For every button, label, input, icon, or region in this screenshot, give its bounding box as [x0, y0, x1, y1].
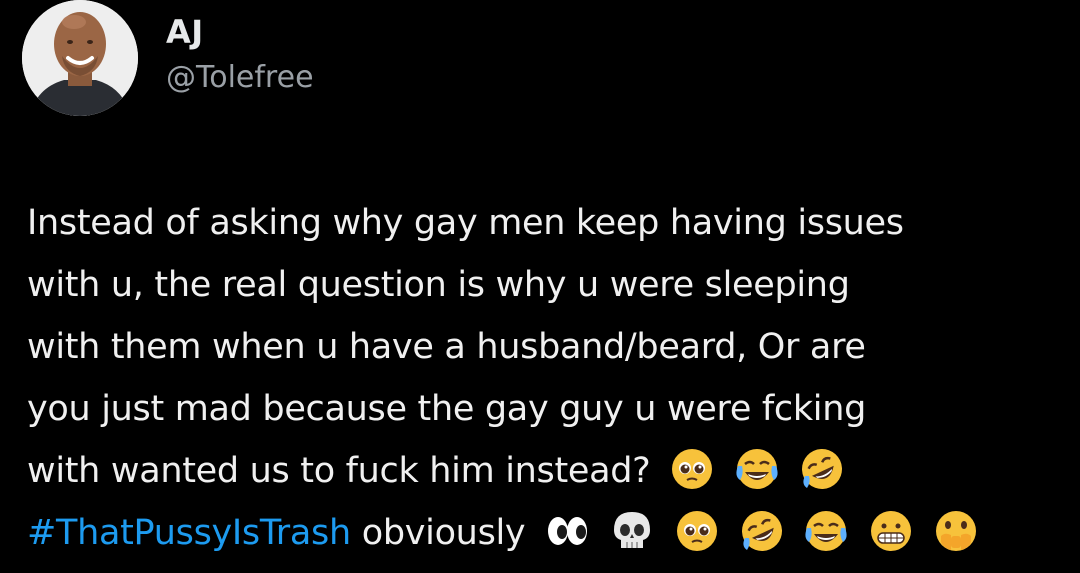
tweet-line: with u, the real question is why u were … [27, 265, 850, 305]
tweet-line-with-emoji: with wanted us to fuck him instead? [27, 440, 1067, 502]
display-name[interactable]: AJ [166, 12, 314, 52]
hashtag-link[interactable]: #ThatPussyIsTrash [27, 513, 351, 553]
avatar[interactable] [22, 0, 138, 116]
eyes-emoji [544, 508, 590, 554]
tweet-line: with them when u have a husband/beard, O… [27, 327, 866, 367]
user-handle[interactable]: @Tolefree [166, 58, 314, 98]
tweet-header: AJ @Tolefree [22, 0, 314, 116]
tweet-text: Instead of asking why gay men keep havin… [27, 192, 1067, 564]
face-with-tears-of-joy-emoji [803, 508, 849, 554]
skull-emoji [609, 508, 655, 554]
pleading-face-emoji [674, 508, 720, 554]
tweet-line: you just mad because the gay guy u were … [27, 389, 867, 429]
rolling-on-floor-laughing-emoji [799, 446, 845, 492]
rolling-on-floor-laughing-emoji [739, 508, 785, 554]
face-with-open-eyes-and-hand-over-mouth-emoji [933, 508, 979, 554]
grimacing-face-emoji [868, 508, 914, 554]
author-names: AJ @Tolefree [166, 12, 314, 98]
pleading-face-emoji [669, 446, 715, 492]
tweet-line-text: with wanted us to fuck him instead? [27, 451, 651, 491]
tweet-card: AJ @Tolefree Instead of asking why gay m… [0, 0, 1080, 573]
trailing-text: obviously [361, 513, 526, 553]
face-with-tears-of-joy-emoji [734, 446, 780, 492]
tweet-line-hashtag: #ThatPussyIsTrash obviously [27, 502, 1067, 564]
tweet-line: Instead of asking why gay men keep havin… [27, 203, 904, 243]
